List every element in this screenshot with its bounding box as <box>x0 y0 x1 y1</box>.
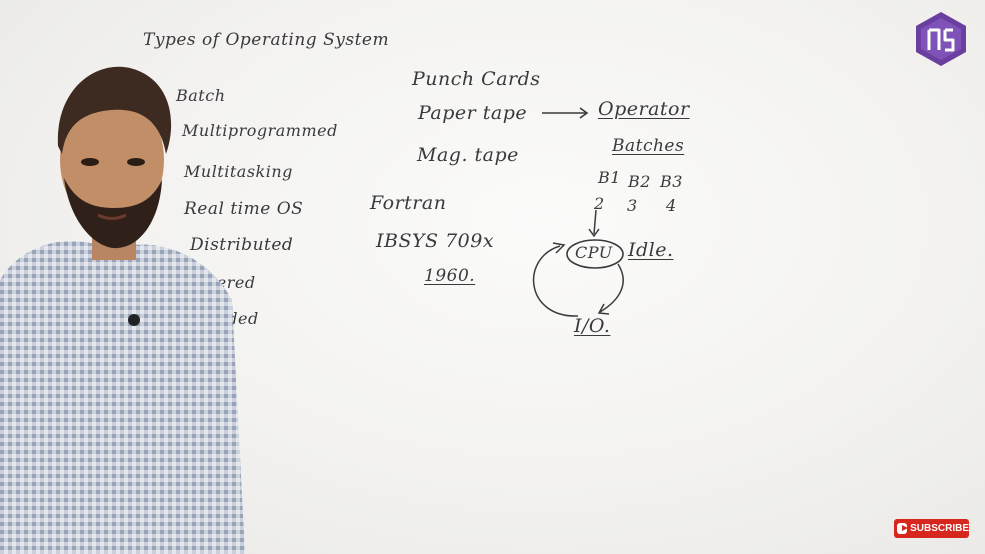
batch-number: 4 <box>666 196 677 215</box>
media-paper-tape: Paper tape <box>418 102 528 124</box>
arrow-right-icon <box>542 107 589 119</box>
batch-item: B2 <box>628 172 651 191</box>
cpu-label: CPU <box>575 243 613 262</box>
fortran-label: Fortran <box>370 192 447 214</box>
idle-label: Idle. <box>628 239 674 261</box>
presenter-figure <box>0 66 245 554</box>
channel-logo-icon[interactable] <box>913 10 969 68</box>
io-label: I/O. <box>574 315 611 337</box>
operator-label: Operator <box>598 98 690 120</box>
board-heading: Types of Operating System <box>143 30 390 50</box>
batch-item: B3 <box>660 172 683 191</box>
batch-item: B1 <box>598 168 621 187</box>
media-mag-tape: Mag. tape <box>417 144 519 166</box>
media-punch-cards: Punch Cards <box>412 68 541 90</box>
year-label: 1960. <box>424 266 476 286</box>
youtube-play-icon <box>897 523 909 534</box>
subscribe-button[interactable]: SUBSCRIBE <box>894 519 969 538</box>
video-frame: Types of Operating System Batch Multipro… <box>0 0 985 554</box>
subscribe-label: SUBSCRIBE <box>910 523 969 534</box>
ibsys-label: IBSYS 709x <box>376 230 495 252</box>
batches-label: Batches <box>612 136 685 156</box>
